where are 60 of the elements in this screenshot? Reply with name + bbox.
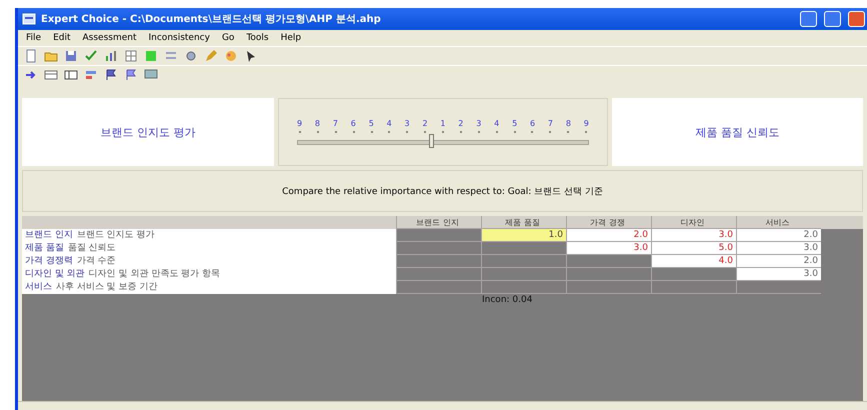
grid-icon[interactable] — [124, 49, 138, 63]
scale-label: 5 — [512, 119, 518, 128]
flag-icon[interactable] — [124, 68, 138, 82]
flag-icon[interactable] — [104, 68, 118, 82]
table-icon[interactable] — [44, 68, 58, 82]
row-label[interactable]: 제품 품질 품질 신뢰도 — [22, 242, 396, 255]
row-label[interactable]: 디자인 및 외관 디자인 및 외관 만족도 평가 항목 — [22, 268, 396, 281]
chart-icon[interactable] — [104, 49, 118, 63]
matrix-cell[interactable]: 2.0 — [566, 229, 651, 242]
sort-icon[interactable] — [84, 68, 98, 82]
scale-label: 1 — [440, 119, 446, 128]
row-label[interactable]: 가격 경쟁력 가격 수준 — [22, 255, 396, 268]
scale-label: 4 — [494, 119, 500, 128]
scale-label: 9 — [297, 119, 302, 128]
app-icon — [22, 12, 36, 26]
matrix-cell[interactable]: 1.0 — [481, 229, 566, 242]
scale-label: 9 — [584, 119, 589, 128]
scale-label: 7 — [548, 119, 553, 128]
matrix-cell[interactable]: 2.0 — [736, 255, 821, 268]
scale-label: 8 — [314, 119, 320, 128]
window-title: Expert Choice - C:\Documents\브랜드선택 평가모형\AHP 분석.ahp — [41, 13, 382, 26]
scale-label: 5 — [368, 119, 374, 128]
scale-label: 2 — [422, 119, 428, 128]
menu-item[interactable]: Inconsistency — [148, 33, 210, 43]
matrix-cell[interactable]: 2.0 — [736, 229, 821, 242]
row-label[interactable]: 브랜드 인지 브랜드 인지도 평가 — [22, 229, 396, 242]
comparison-slider[interactable]: 9 8 7 6 5 4 3 2 1 2 3 4 5 6 7 8 9 — [278, 98, 608, 166]
inconsistency-ratio: Incon: 0.04 — [481, 294, 534, 307]
scale-label: 4 — [386, 119, 392, 128]
scale-label: 3 — [476, 119, 482, 128]
matrix-cell[interactable]: 3.0 — [566, 242, 651, 255]
scale-label: 7 — [332, 119, 338, 128]
left-item-label: 브랜드 인지도 평가 — [22, 98, 274, 166]
save-icon[interactable] — [64, 49, 78, 63]
scale-label: 3 — [404, 119, 410, 128]
minimize-button[interactable] — [800, 11, 817, 27]
matrix-cell[interactable]: 3.0 — [651, 229, 736, 242]
scale-label: 6 — [350, 119, 356, 128]
matrix-cell[interactable]: 4.0 — [651, 255, 736, 268]
menu-item[interactable]: Tools — [246, 33, 269, 43]
new-file-icon[interactable] — [24, 49, 38, 63]
slider-thumb[interactable] — [429, 134, 434, 148]
check-icon[interactable] — [84, 49, 98, 63]
scale-label: 2 — [458, 119, 464, 128]
menu-item[interactable]: Assessment — [82, 33, 136, 43]
menu-item[interactable]: Edit — [53, 33, 70, 43]
menu-item[interactable]: File — [26, 33, 42, 43]
menu-item[interactable]: Help — [280, 33, 302, 43]
scale-label: 6 — [530, 119, 536, 128]
table-icon[interactable] — [64, 68, 78, 82]
close-button[interactable] — [848, 11, 865, 27]
matrix-cell[interactable]: 3.0 — [736, 242, 821, 255]
matrix-cell[interactable]: 3.0 — [736, 268, 821, 281]
right-item-label: 제품 품질 신뢰도 — [612, 98, 863, 166]
maximize-button[interactable] — [824, 11, 841, 27]
menu-item[interactable]: Go — [222, 33, 234, 43]
matrix-cell[interactable]: 5.0 — [651, 242, 736, 255]
comparison-prompt: Compare the relative importance with respect to: Goal: 브랜드 선택 기준 — [22, 170, 863, 212]
scale-label: 8 — [566, 119, 571, 128]
row-label[interactable]: 서비스 사후 서비스 및 보증 기간 — [22, 281, 396, 294]
